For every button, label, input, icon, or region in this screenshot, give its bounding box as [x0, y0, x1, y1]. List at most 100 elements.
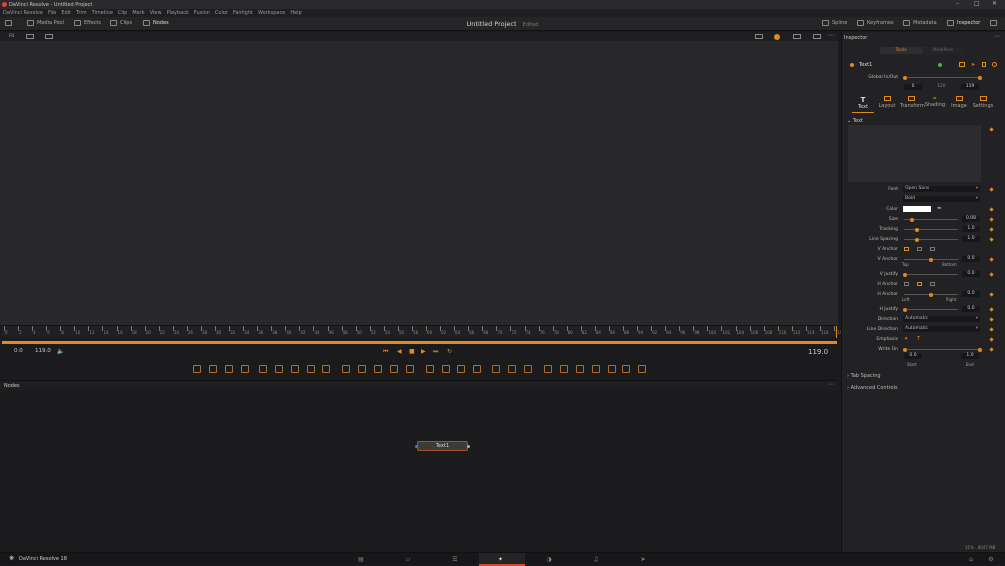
slider-handle[interactable] — [903, 75, 907, 80]
fusion-tool-icon[interactable] — [442, 365, 450, 373]
menu-item[interactable]: View — [150, 10, 162, 16]
h-justify-slider[interactable] — [903, 307, 958, 312]
fusion-tool-icon[interactable] — [608, 365, 616, 373]
fusion-tool-icon[interactable] — [592, 365, 600, 373]
menu-item[interactable]: Edit — [61, 10, 71, 16]
menu-item[interactable]: Playback — [167, 10, 189, 16]
fusion-tool-icon[interactable] — [307, 365, 315, 373]
keyframe-icon[interactable] — [989, 257, 994, 262]
line-spacing-field[interactable]: 1.0 — [962, 236, 980, 242]
size-field[interactable]: 0.08 — [962, 216, 980, 222]
menu-item[interactable]: DaVinci Resolve — [3, 10, 43, 16]
tracking-slider[interactable] — [904, 227, 958, 232]
keyframe-icon[interactable] — [989, 187, 994, 192]
fusion-tool-icon[interactable] — [275, 365, 283, 373]
anchor-middle-icon[interactable] — [917, 247, 922, 251]
playhead[interactable] — [836, 326, 837, 338]
font-dropdown[interactable]: Open Sans — [903, 186, 980, 192]
node-output-pin[interactable] — [467, 445, 470, 448]
menu-item[interactable]: Help — [290, 10, 301, 16]
inspector-button[interactable]: Inspector — [947, 20, 980, 26]
play-icon[interactable]: ▶ — [421, 348, 426, 355]
tab-modifiers[interactable]: Modifiers — [922, 47, 964, 54]
slider-handle[interactable] — [929, 257, 933, 262]
direction-dropdown[interactable]: Automatic — [903, 316, 980, 322]
keyframes-button[interactable]: Keyframes — [857, 20, 894, 26]
page-media-icon[interactable]: ▤ — [356, 556, 366, 563]
audio-icon[interactable]: 🔈 — [57, 348, 64, 355]
minimize-icon[interactable]: – — [956, 0, 959, 7]
lock-icon[interactable] — [982, 62, 986, 67]
node-input-pin[interactable] — [415, 445, 418, 448]
keyframe-icon[interactable] — [989, 272, 994, 277]
menu-item[interactable]: Trim — [76, 10, 87, 16]
render-end-field[interactable]: 119.0 — [35, 348, 51, 354]
slider-handle[interactable] — [915, 237, 919, 242]
page-color-icon[interactable]: ◑ — [544, 556, 554, 563]
page-cut-icon[interactable]: ▱ — [403, 556, 413, 563]
emphasis-icon[interactable]: ✦ — [904, 336, 908, 342]
fusion-tool-icon[interactable] — [291, 365, 299, 373]
fusion-tool-icon[interactable] — [544, 365, 552, 373]
nodes-more-icon[interactable]: ⋯ — [828, 381, 834, 388]
keyframe-icon[interactable] — [989, 317, 994, 322]
fusion-tool-icon[interactable] — [508, 365, 516, 373]
anchor-bottom-icon[interactable] — [930, 247, 935, 251]
write-on-end-field[interactable]: 1.0 — [961, 353, 979, 359]
tab-tools[interactable]: Tools — [880, 47, 922, 54]
eyedropper-icon[interactable]: ✒ — [937, 205, 942, 212]
v-anchor-slider[interactable] — [904, 257, 958, 262]
fusion-tool-icon[interactable] — [622, 365, 630, 373]
menu-item[interactable]: Workspace — [258, 10, 285, 16]
render-range-bar[interactable] — [2, 341, 837, 344]
subtab-settings[interactable]: Settings — [972, 96, 994, 109]
keyframe-icon[interactable] — [989, 337, 994, 342]
v-anchor-field[interactable]: 0.0 — [962, 256, 980, 262]
keyframe-icon[interactable] — [989, 227, 994, 232]
metadata-button[interactable]: Metadata — [903, 20, 937, 26]
text1-node[interactable]: Text1 — [415, 441, 470, 451]
view-options-icon[interactable] — [26, 34, 34, 39]
slider-handle[interactable] — [903, 347, 907, 352]
fusion-tool-icon[interactable] — [457, 365, 465, 373]
size-slider[interactable] — [904, 217, 958, 222]
slider-handle[interactable] — [915, 227, 919, 232]
style-dropdown[interactable]: Bold — [903, 196, 980, 202]
go-to-end-icon[interactable]: ⏭ — [433, 348, 438, 356]
subtab-image[interactable]: Image — [948, 96, 970, 109]
keyframe-icon[interactable] — [989, 292, 994, 297]
anchor-left-icon[interactable] — [904, 282, 909, 286]
fusion-tool-icon[interactable] — [492, 365, 500, 373]
home-icon[interactable]: ⌂ — [966, 556, 976, 563]
fullscreen-button[interactable] — [990, 20, 1000, 26]
fusion-tool-icon[interactable] — [259, 365, 267, 373]
subtab-text[interactable]: T Text — [852, 96, 874, 110]
current-time-field[interactable]: 119.0 — [808, 348, 828, 356]
page-deliver-icon[interactable]: ➤ — [638, 556, 648, 563]
fusion-tool-icon[interactable] — [390, 365, 398, 373]
clips-button[interactable]: Clips — [110, 20, 132, 26]
anchor-center-icon[interactable] — [917, 282, 922, 286]
fusion-tool-icon[interactable] — [241, 365, 249, 373]
play-reverse-icon[interactable]: ◀ — [397, 348, 402, 355]
h-justify-field[interactable]: 0.0 — [962, 306, 980, 312]
maximize-icon[interactable]: □ — [974, 0, 980, 7]
lut-icon[interactable] — [793, 34, 801, 39]
slider-handle[interactable] — [910, 217, 914, 222]
global-out-field[interactable]: 119 — [961, 84, 979, 90]
v-justify-slider[interactable] — [903, 272, 958, 277]
color-swatch[interactable] — [903, 206, 931, 212]
write-on-slider[interactable] — [903, 347, 982, 352]
reset-icon[interactable] — [992, 62, 997, 67]
menu-item[interactable]: Fairlight — [233, 10, 253, 16]
channel-icon[interactable] — [755, 34, 763, 39]
advanced-controls-section[interactable]: › Advanced Controls — [847, 385, 898, 391]
media-pool-button[interactable]: Media Pool — [27, 20, 64, 26]
menu-item[interactable]: Timeline — [92, 10, 113, 16]
fusion-tool-icon[interactable] — [524, 365, 532, 373]
menu-item[interactable]: Mark — [132, 10, 144, 16]
close-icon[interactable]: ✕ — [992, 0, 997, 7]
keyframe-icon[interactable] — [989, 207, 994, 212]
menu-item[interactable]: Fusion — [194, 10, 210, 16]
styled-text-input[interactable] — [848, 125, 981, 182]
